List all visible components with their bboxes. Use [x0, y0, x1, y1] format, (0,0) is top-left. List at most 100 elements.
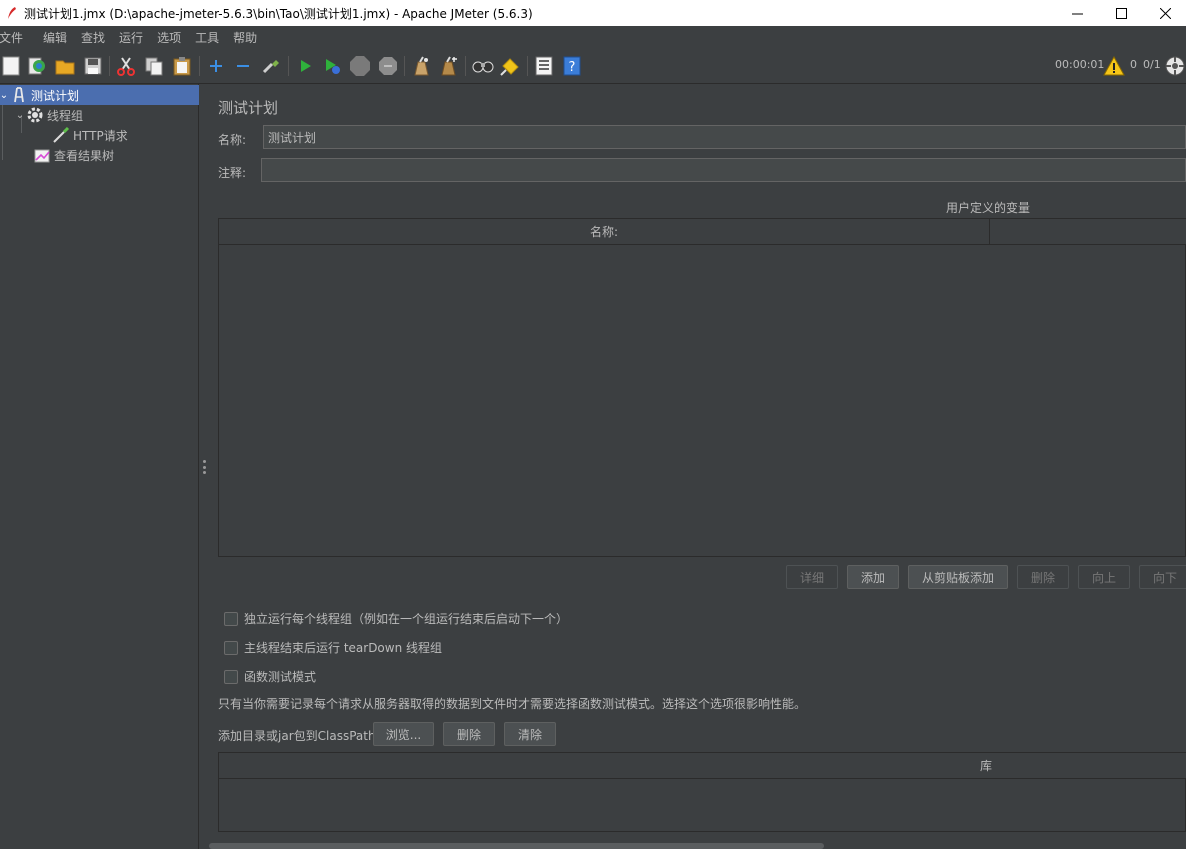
shutdown-icon: [379, 57, 397, 75]
delete-variable-button[interactable]: 删除: [1017, 565, 1069, 589]
serialize-thread-groups-option[interactable]: 独立运行每个线程组（例如在一个组运行结束后启动下一个）: [224, 610, 568, 627]
detail-button[interactable]: 详细: [786, 565, 838, 589]
stop-button[interactable]: [349, 55, 371, 77]
tree-item-test-plan[interactable]: ⌄ 测试计划: [0, 85, 199, 105]
test-plan-panel: 测试计划 名称: 测试计划 注释: 用户定义的变量 名称: 详细 添加 从剪贴板…: [209, 84, 1186, 849]
delete-classpath-button[interactable]: 删除: [443, 722, 495, 746]
classpath-library-table[interactable]: 库: [218, 752, 1186, 832]
move-down-button[interactable]: 向下: [1139, 565, 1186, 589]
split-pane-divider[interactable]: [199, 84, 209, 849]
svg-text:?: ?: [569, 60, 576, 75]
function-helper-button[interactable]: [533, 55, 555, 77]
column-header-name[interactable]: 名称:: [219, 219, 989, 245]
templates-button[interactable]: [26, 55, 48, 77]
copy-button[interactable]: [143, 55, 165, 77]
jmeter-feather-icon: [4, 5, 20, 21]
templates-icon: [28, 57, 45, 75]
remote-status-button[interactable]: [1164, 55, 1186, 77]
panel-title: 测试计划: [218, 99, 279, 117]
teardown-on-shutdown-checkbox[interactable]: [224, 640, 238, 655]
horizontal-scrollbar[interactable]: [209, 843, 824, 849]
listener-icon: [33, 146, 51, 164]
collapse-all-button[interactable]: [232, 55, 254, 77]
move-up-button[interactable]: 向上: [1078, 565, 1130, 589]
search-icon: [472, 61, 494, 73]
search-button[interactable]: [472, 55, 494, 77]
new-button[interactable]: [0, 55, 22, 77]
chevron-down-icon[interactable]: ⌄: [14, 110, 26, 121]
start-button[interactable]: [294, 55, 316, 77]
paste-button[interactable]: [171, 55, 193, 77]
menu-file[interactable]: 文件: [0, 29, 23, 46]
cut-icon: [117, 57, 135, 76]
classpath-label: 添加目录或jar包到ClassPath: [218, 729, 376, 743]
warning-icon: [1103, 56, 1125, 76]
expand-all-button[interactable]: [205, 55, 227, 77]
new-icon: [2, 56, 20, 76]
column-header-library[interactable]: 库: [219, 753, 1186, 779]
close-button[interactable]: [1142, 0, 1186, 26]
tree-item-label: 查看结果树: [54, 148, 115, 163]
warning-count: 0: [1130, 58, 1137, 71]
save-button[interactable]: [82, 55, 104, 77]
chevron-down-icon[interactable]: ⌄: [0, 90, 10, 101]
add-button[interactable]: 添加: [847, 565, 899, 589]
close-icon: [1159, 7, 1171, 19]
paste-icon: [173, 57, 191, 76]
test-tree: ⌄ 测试计划 ⌄ 线程组 HTTP请求 查看结果树: [0, 84, 199, 849]
tree-item-http-request[interactable]: HTTP请求: [52, 125, 128, 145]
collapse-icon: [237, 65, 249, 67]
add-from-clipboard-button[interactable]: 从剪贴板添加: [908, 565, 1008, 589]
reset-search-button[interactable]: [499, 55, 521, 77]
shutdown-button[interactable]: [377, 55, 399, 77]
tree-item-view-results-tree[interactable]: 查看结果树: [33, 145, 114, 165]
teardown-on-shutdown-option[interactable]: 主线程结束后运行 tearDown 线程组: [224, 639, 442, 656]
help-icon: ?: [563, 56, 581, 76]
start-icon: [301, 60, 311, 72]
warning-indicator[interactable]: [1103, 55, 1125, 77]
menu-help[interactable]: 帮助: [233, 29, 257, 46]
name-label: 名称:: [218, 133, 247, 147]
open-button[interactable]: [54, 55, 76, 77]
browse-button[interactable]: 浏览...: [373, 722, 434, 746]
title-bar: 测试计划1.jmx (D:\apache-jmeter-5.6.3\bin\Ta…: [0, 0, 1186, 26]
toggle-icon: [262, 60, 279, 74]
clear-button[interactable]: [410, 55, 432, 77]
menu-run[interactable]: 运行: [119, 29, 143, 46]
option-label: 函数测试模式: [244, 670, 317, 684]
comment-field[interactable]: [261, 158, 1186, 182]
menu-edit[interactable]: 编辑: [43, 29, 67, 46]
expand-icon: [210, 60, 222, 72]
comment-label: 注释:: [218, 166, 247, 180]
maximize-button[interactable]: [1098, 0, 1144, 26]
clear-classpath-button[interactable]: 清除: [504, 722, 556, 746]
start-no-pause-icon: [326, 59, 340, 74]
functional-mode-checkbox[interactable]: [224, 669, 238, 684]
help-button[interactable]: ?: [561, 55, 583, 77]
option-label: 独立运行每个线程组（例如在一个组运行结束后启动下一个）: [244, 612, 569, 626]
menu-tools[interactable]: 工具: [195, 29, 219, 46]
functional-mode-option[interactable]: 函数测试模式: [224, 668, 316, 685]
user-variables-table[interactable]: 名称:: [218, 218, 1186, 557]
drag-handle-icon: [202, 460, 206, 474]
tree-item-label: 线程组: [47, 108, 84, 123]
active-threads: 0/1: [1143, 58, 1161, 71]
open-icon: [55, 60, 75, 75]
toggle-button[interactable]: [260, 55, 282, 77]
reset-search-icon: [500, 58, 519, 76]
name-field[interactable]: 测试计划: [263, 125, 1186, 149]
minimize-button[interactable]: [1054, 0, 1100, 26]
column-header-value[interactable]: [990, 219, 1186, 245]
menu-bar: 文件 编辑 查找 运行 选项 工具 帮助: [0, 26, 1186, 48]
start-no-pauses-button[interactable]: [321, 55, 343, 77]
menu-search[interactable]: 查找: [81, 29, 105, 46]
serialize-thread-groups-checkbox[interactable]: [224, 611, 238, 626]
cut-button[interactable]: [115, 55, 137, 77]
maximize-icon: [1115, 7, 1127, 19]
sampler-icon: [52, 126, 70, 144]
clear-all-button[interactable]: [438, 55, 460, 77]
minimize-icon: [1071, 13, 1083, 14]
menu-options[interactable]: 选项: [157, 29, 181, 46]
tree-item-thread-group[interactable]: ⌄ 线程组: [14, 105, 83, 125]
window-title: 测试计划1.jmx (D:\apache-jmeter-5.6.3\bin\Ta…: [24, 6, 533, 21]
